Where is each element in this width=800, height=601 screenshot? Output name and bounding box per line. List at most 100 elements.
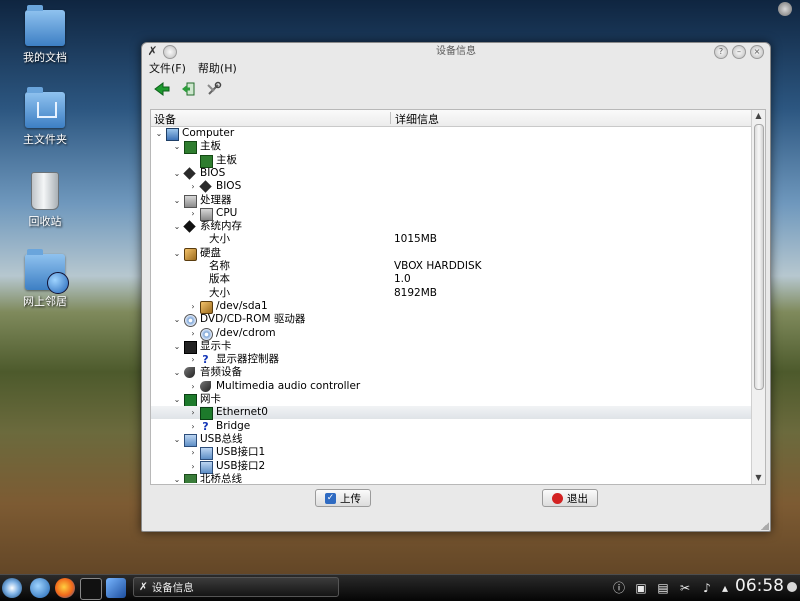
tree-row[interactable]: ›? Bridge	[151, 420, 751, 433]
expand-arrow-icon[interactable]: ›	[189, 327, 197, 340]
expand-arrow-icon[interactable]: ›	[189, 207, 197, 220]
collapse-arrow-icon[interactable]: ⌄	[173, 167, 181, 180]
desktop-icon-label: 主文件夹	[23, 133, 67, 146]
tree-row[interactable]: › /dev/cdrom	[151, 327, 751, 341]
tree-row[interactable]: 大小 1015MB	[151, 233, 751, 246]
tree-row[interactable]: › USB接口2	[151, 460, 751, 474]
desktop-toggle-icon[interactable]	[787, 582, 797, 592]
back-arrow-icon[interactable]	[152, 79, 172, 99]
help-icon[interactable]: ?	[714, 45, 728, 59]
tree-row[interactable]: ⌄ 显示卡	[151, 340, 751, 354]
tree-row[interactable]: › Ethernet0	[151, 406, 751, 421]
tree-row[interactable]: ⌄ DVD/CD-ROM 驱动器	[151, 313, 751, 328]
collapse-arrow-icon[interactable]: ⌄	[173, 393, 181, 406]
home-folder-icon	[25, 87, 65, 128]
tree-row[interactable]: ⌄ 硬盘	[151, 247, 751, 261]
tree-row-value: 1.0	[394, 273, 411, 286]
tree-row[interactable]: ⌄ 系统内存	[151, 220, 751, 233]
scroll-up-icon[interactable]: ▲	[752, 110, 765, 122]
column-header-details[interactable]: 详细信息	[395, 111, 439, 127]
expand-arrow-icon[interactable]: ›	[189, 420, 197, 433]
expand-arrow-icon[interactable]: ›	[189, 446, 197, 459]
collapse-arrow-icon[interactable]: ⌄	[173, 433, 181, 446]
tree-row-label: USB总线	[200, 432, 243, 445]
desktop-icon-network[interactable]: 网上邻居	[9, 249, 81, 309]
network-globe-icon[interactable]	[30, 578, 50, 598]
menu-help[interactable]: 帮助(H)	[198, 61, 237, 77]
tree-row[interactable]: 名称 VBOX HARDDISK	[151, 260, 751, 273]
tree-row[interactable]: › /dev/sda1	[151, 300, 751, 314]
window-menu-icon[interactable]	[163, 45, 177, 59]
device-tree[interactable]: 设备 详细信息 ⌄ Computer ⌄ 主板 主板 ⌄ BIOS › BIOS ⌄ 处理器 › CPU…	[150, 109, 766, 485]
usb-icon	[200, 447, 213, 461]
expand-tray-icon[interactable]: ▴	[716, 579, 734, 597]
usb-icon	[200, 460, 213, 474]
chip-icon	[183, 167, 196, 180]
collapse-arrow-icon[interactable]: ⌄	[155, 127, 163, 140]
terminal-icon[interactable]	[80, 578, 102, 600]
close-icon[interactable]: ×	[750, 45, 764, 59]
expand-arrow-icon[interactable]: ›	[189, 460, 197, 473]
tree-row[interactable]: ⌄ 北桥总线	[151, 473, 751, 483]
desktop-icon-trash[interactable]: 回收站	[9, 172, 81, 229]
resize-grip-icon[interactable]	[761, 522, 769, 530]
tree-row[interactable]: ⌄ 音频设备	[151, 366, 751, 379]
tree-header: 设备 详细信息	[151, 110, 765, 127]
tree-row[interactable]: › USB接口1	[151, 446, 751, 461]
desktop-icon-home[interactable]: 主文件夹	[9, 87, 81, 147]
scroll-down-icon[interactable]: ▼	[752, 472, 765, 484]
tree-row[interactable]: › CPU	[151, 207, 751, 221]
menu-file[interactable]: 文件(F)	[149, 61, 186, 77]
motherboard-icon	[184, 141, 197, 155]
app-icon[interactable]: ✗	[146, 45, 159, 58]
expand-arrow-icon[interactable]: ›	[189, 353, 197, 366]
tree-row[interactable]: › Multimedia audio controller	[151, 380, 751, 393]
column-header-device[interactable]: 设备	[154, 111, 176, 127]
settings-tool-icon[interactable]	[204, 79, 224, 99]
collapse-arrow-icon[interactable]: ⌄	[173, 313, 181, 326]
collapse-arrow-icon[interactable]: ⌄	[173, 140, 181, 153]
scissors-icon[interactable]: ✂	[676, 579, 694, 597]
start-menu-icon[interactable]	[2, 578, 22, 598]
desktop-corner-icon[interactable]	[778, 2, 792, 16]
collapse-arrow-icon[interactable]: ⌄	[173, 340, 181, 353]
clock[interactable]: 06:58	[735, 576, 784, 596]
collapse-arrow-icon[interactable]: ⌄	[173, 194, 181, 207]
exit-door-icon[interactable]	[178, 79, 198, 99]
tree-row-label: DVD/CD-ROM 驱动器	[200, 313, 306, 326]
tree-row[interactable]: 版本 1.0	[151, 273, 751, 286]
tree-row[interactable]: ⌄ BIOS	[151, 167, 751, 180]
tree-row[interactable]: 主板	[151, 154, 751, 168]
tree-row[interactable]: ›? 显示器控制器	[151, 353, 751, 366]
tree-row[interactable]: ⌄ USB总线	[151, 432, 751, 447]
info-icon[interactable]: ⓘ	[610, 579, 628, 597]
upload-button[interactable]: ✓ 上传	[315, 489, 371, 507]
desktop-icon-documents[interactable]: 我的文档	[9, 5, 81, 65]
expand-arrow-icon[interactable]: ›	[189, 406, 197, 419]
menubar: 文件(F) 帮助(H)	[142, 61, 770, 77]
vertical-scrollbar[interactable]: ▲ ▼	[751, 110, 765, 484]
taskbar-window-button[interactable]: ✗ 设备信息	[133, 577, 339, 597]
firefox-icon[interactable]	[55, 578, 75, 598]
printer-icon[interactable]: ▤	[654, 579, 672, 597]
collapse-arrow-icon[interactable]: ⌄	[173, 247, 181, 260]
expand-arrow-icon[interactable]: ›	[189, 300, 197, 313]
tree-row[interactable]: 大小 8192MB	[151, 287, 751, 300]
collapse-arrow-icon[interactable]: ⌄	[173, 366, 181, 379]
volume-icon[interactable]: ♪	[698, 579, 716, 597]
minimize-icon[interactable]: –	[732, 45, 746, 59]
collapse-arrow-icon[interactable]: ⌄	[173, 473, 181, 483]
titlebar[interactable]: ✗ 设备信息 ? – ×	[142, 43, 770, 61]
expand-arrow-icon[interactable]: ›	[189, 180, 197, 193]
expand-arrow-icon[interactable]: ›	[189, 380, 197, 393]
exit-button[interactable]: 退出	[542, 489, 598, 507]
tree-row[interactable]: ⌄ 网卡	[151, 393, 751, 407]
paint-icon[interactable]	[106, 578, 126, 598]
tree-row[interactable]: ⌄ Computer	[151, 127, 751, 141]
tree-row[interactable]: ⌄ 处理器	[151, 194, 751, 208]
scroll-thumb[interactable]	[754, 124, 764, 390]
tree-row[interactable]: › BIOS	[151, 180, 751, 193]
collapse-arrow-icon[interactable]: ⌄	[173, 220, 181, 233]
computer-icon[interactable]: ▣	[632, 579, 650, 597]
tree-row[interactable]: ⌄ 主板	[151, 140, 751, 155]
